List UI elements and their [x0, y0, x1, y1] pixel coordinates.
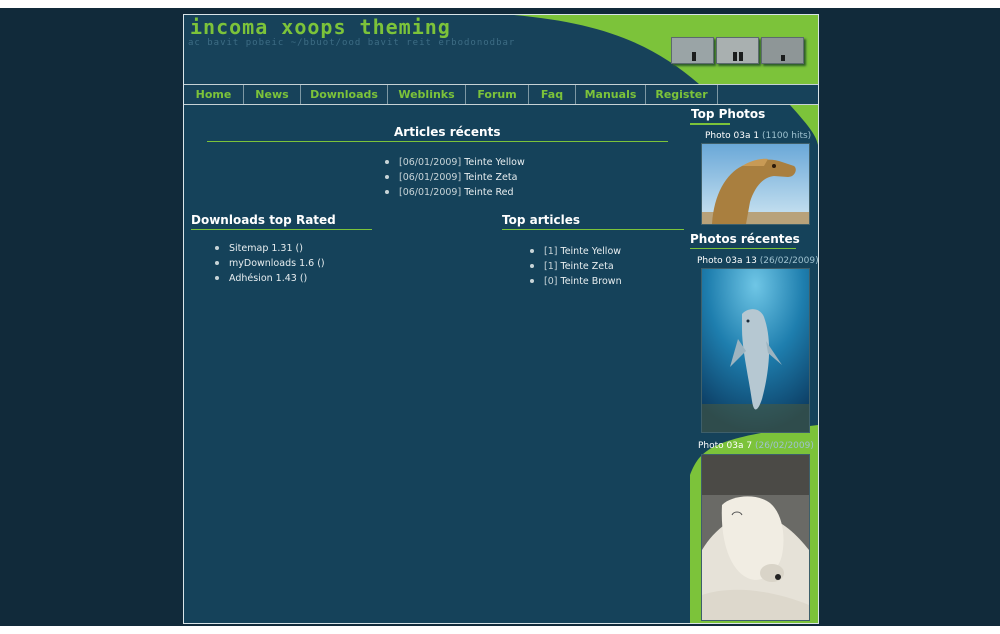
photo-link[interactable]: Photo 03a 1	[705, 131, 759, 141]
page-frame: incoma xoops theming ac bavit pobeic ~/b…	[183, 14, 819, 624]
downloads-top-rule	[191, 229, 372, 230]
photo-hits: (1100 hits)	[761, 131, 812, 141]
top-photos-title: Top Photos	[691, 107, 766, 121]
nav-faq[interactable]: Faq	[529, 85, 576, 104]
nav-downloads[interactable]: Downloads	[301, 85, 388, 104]
header-thumbnail	[671, 37, 714, 64]
nav-weblinks[interactable]: Weblinks	[388, 85, 466, 104]
photos-recentes-title: Photos récentes	[690, 232, 800, 246]
downloads-top-list: Sitemap 1.31 () myDownloads 1.6 () Adhés…	[215, 241, 325, 286]
download-link[interactable]: Adhésion 1.43 ()	[215, 271, 325, 286]
nav-register[interactable]: Register	[646, 85, 718, 104]
list-item: [1] Teinte Zeta	[530, 259, 622, 274]
article-rank: [1]	[544, 261, 558, 272]
download-link[interactable]: myDownloads 1.6 ()	[215, 256, 325, 271]
top-photo-caption: Photo 03a 1 (1100 hits)	[705, 131, 811, 141]
articles-recents-list: [06/01/2009] Teinte Yellow [06/01/2009] …	[385, 155, 525, 200]
list-item: [06/01/2009] Teinte Yellow	[385, 155, 525, 170]
header-thumbnails	[671, 37, 804, 64]
header-thumbnail	[761, 37, 804, 64]
recent-photo-caption: Photo 03a 7 (26/02/2009)	[698, 441, 814, 451]
recent-photo-caption: Photo 03a 13 (26/02/2009)	[697, 256, 819, 266]
article-link[interactable]: Teinte Zeta	[561, 261, 614, 272]
top-strip	[0, 0, 1000, 8]
photos-recentes-rule	[690, 248, 796, 249]
top-articles-list: [1] Teinte Yellow [1] Teinte Zeta [0] Te…	[530, 244, 622, 289]
site-header: incoma xoops theming ac bavit pobeic ~/b…	[184, 15, 818, 84]
nav-news[interactable]: News	[244, 85, 301, 104]
top-articles-title: Top articles	[502, 213, 580, 227]
list-item: [06/01/2009] Teinte Red	[385, 185, 525, 200]
photo-link[interactable]: Photo 03a 13	[697, 256, 757, 266]
photo-link[interactable]: Photo 03a 7	[698, 441, 752, 451]
site-tagline: ac bavit pobeic ~/bbuot/ood bavit reit e…	[188, 38, 516, 48]
photo-dolphin[interactable]	[701, 268, 810, 433]
article-link[interactable]: Teinte Zeta	[464, 172, 517, 183]
nav-manuals[interactable]: Manuals	[576, 85, 646, 104]
article-rank: [1]	[544, 246, 558, 257]
article-link[interactable]: Teinte Brown	[561, 276, 622, 287]
article-date: [06/01/2009]	[399, 157, 462, 168]
main-nav: Home News Downloads Weblinks Forum Faq M…	[184, 84, 818, 105]
photo-date: (26/02/2009)	[759, 256, 819, 266]
top-articles-rule	[502, 229, 684, 230]
photo-polar-bear[interactable]	[701, 454, 810, 621]
downloads-top-title: Downloads top Rated	[191, 213, 336, 227]
list-item: [1] Teinte Yellow	[530, 244, 622, 259]
list-item: [06/01/2009] Teinte Zeta	[385, 170, 525, 185]
photo-date: (26/02/2009)	[754, 441, 814, 451]
article-rank: [0]	[544, 276, 558, 287]
download-link[interactable]: Sitemap 1.31 ()	[215, 241, 325, 256]
bottom-strip	[0, 626, 1000, 634]
article-date: [06/01/2009]	[399, 172, 462, 183]
nav-forum[interactable]: Forum	[466, 85, 529, 104]
articles-recents-title: Articles récents	[394, 125, 501, 139]
header-thumbnail	[716, 37, 759, 64]
article-link[interactable]: Teinte Yellow	[464, 157, 525, 168]
photo-camel[interactable]	[701, 143, 810, 225]
article-link[interactable]: Teinte Yellow	[561, 246, 622, 257]
article-link[interactable]: Teinte Red	[464, 187, 513, 198]
right-sidebar: Top Photos Photo 03a 1 (1100 hits) Photo…	[690, 105, 818, 623]
nav-home[interactable]: Home	[184, 85, 244, 104]
article-date: [06/01/2009]	[399, 187, 462, 198]
articles-recents-rule	[207, 141, 668, 142]
list-item: [0] Teinte Brown	[530, 274, 622, 289]
site-logo[interactable]: incoma xoops theming	[190, 16, 451, 38]
